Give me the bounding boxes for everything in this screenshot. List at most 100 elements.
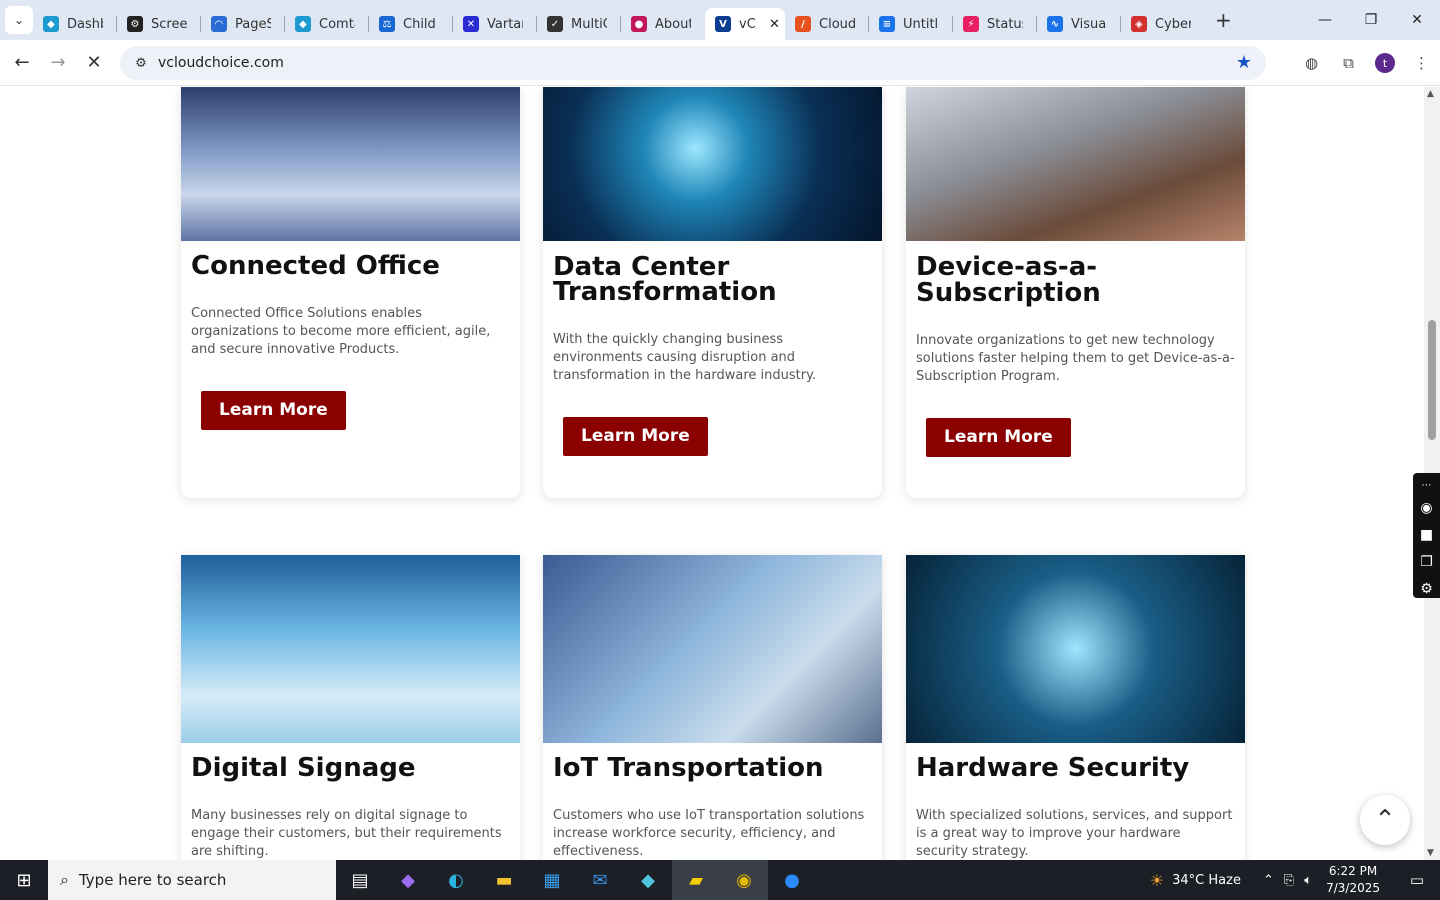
- tab-title: Dashbo: [67, 16, 103, 32]
- sticky-notes-icon[interactable]: ▰: [672, 860, 720, 900]
- card-image: [181, 87, 520, 241]
- tab-search-button[interactable]: ⌄: [5, 6, 33, 34]
- profile-avatar[interactable]: t: [1375, 53, 1395, 73]
- clock-date: 7/3/2025: [1326, 881, 1380, 895]
- scroll-to-top-button[interactable]: ⌃: [1360, 795, 1410, 845]
- tray-chevron-icon[interactable]: ⌃: [1263, 873, 1274, 888]
- card-description: With the quickly changing business envir…: [553, 332, 817, 383]
- tab-untitled[interactable]: ≡ Untitle: [869, 8, 953, 40]
- kodi-app-icon[interactable]: ◆: [624, 860, 672, 900]
- url-text[interactable]: vcloudchoice.com: [158, 55, 284, 71]
- forward-icon[interactable]: →: [40, 45, 76, 81]
- card-hardware-security: Hardware Security With specialized solut…: [906, 555, 1245, 860]
- new-tab-button[interactable]: +: [1215, 8, 1232, 32]
- tab-multic[interactable]: ✓ MultiC: [537, 8, 621, 40]
- card-description: Customers who use IoT transportation sol…: [553, 808, 865, 859]
- tab-pagespeed[interactable]: ◠ PageSp: [201, 8, 285, 40]
- tab-cybers[interactable]: ◈ Cybers: [1121, 8, 1205, 40]
- windows-taskbar: ⊞ ⌕ Type here to search ▤ ◆ ◐ ▬ ▦ ✉ ◆ ▰ …: [0, 860, 1440, 900]
- network-icon[interactable]: ⎘: [1284, 873, 1294, 888]
- tab-vartan[interactable]: ✕ Vartan: [453, 8, 537, 40]
- extensions-icon[interactable]: ⧉: [1330, 54, 1367, 72]
- tab-favicon-icon: V: [715, 16, 731, 32]
- file-explorer-icon[interactable]: ▬: [480, 860, 528, 900]
- learn-more-button[interactable]: Learn More: [201, 391, 346, 430]
- clock[interactable]: 6:22 PM 7/3/2025: [1326, 863, 1380, 897]
- scrollbar-thumb[interactable]: [1428, 320, 1436, 440]
- notifications-icon[interactable]: ▭: [1394, 871, 1440, 889]
- tab-vcloudchoice[interactable]: VvC ✕: [705, 8, 785, 40]
- mail-icon[interactable]: ✉: [576, 860, 624, 900]
- tab-favicon-icon: /: [795, 16, 811, 32]
- tab-status[interactable]: ⚡ StatusC: [953, 8, 1037, 40]
- restore-icon[interactable]: ❐: [1348, 0, 1394, 40]
- window-controls: — ❐ ✕: [1302, 0, 1440, 40]
- minimize-icon[interactable]: —: [1302, 0, 1348, 40]
- card-image: [906, 87, 1245, 241]
- close-window-icon[interactable]: ✕: [1394, 0, 1440, 40]
- tab-visualping[interactable]: ∿ Visualp: [1037, 8, 1121, 40]
- card-digital-signage: Digital Signage Many businesses rely on …: [181, 555, 520, 860]
- tab-title: PageSp: [235, 16, 271, 32]
- tab-dashboard[interactable]: ◆ Dashbo: [33, 8, 117, 40]
- stop-loading-icon[interactable]: ✕: [76, 45, 112, 81]
- translate-icon[interactable]: ◍: [1293, 54, 1330, 72]
- zoom-icon[interactable]: ●: [768, 860, 816, 900]
- card-image: [543, 555, 882, 743]
- volume-icon[interactable]: 🔈︎: [1304, 873, 1312, 888]
- tab-favicon-icon: ◠: [211, 16, 227, 32]
- tool-more-icon[interactable]: ⋯: [1422, 477, 1432, 495]
- card-description: Many businesses rely on digital signage …: [191, 808, 502, 859]
- tab-child[interactable]: ⚖ Child F: [369, 8, 453, 40]
- card-title: Digital Signage: [191, 753, 416, 783]
- card-title: Connected Office: [191, 251, 440, 281]
- tab-comtal[interactable]: ◆ Comtal: [285, 8, 369, 40]
- microsoft-store-icon[interactable]: ▦: [528, 860, 576, 900]
- page-viewport: Connected Office Connected Office Soluti…: [0, 87, 1424, 860]
- tab-title: Screen: [151, 16, 187, 32]
- close-tab-icon[interactable]: ✕: [769, 17, 780, 32]
- menu-icon[interactable]: ⋮: [1403, 54, 1440, 72]
- tab-about[interactable]: ● About: [621, 8, 705, 40]
- tab-favicon-icon: ≡: [879, 16, 895, 32]
- back-icon[interactable]: ←: [4, 45, 40, 81]
- tab-favicon-icon: ◈: [1131, 16, 1147, 32]
- tab-title: Comtal: [319, 16, 355, 32]
- task-view-icon[interactable]: ▤: [336, 860, 384, 900]
- edge-browser-icon[interactable]: ◐: [432, 860, 480, 900]
- scroll-down-arrow-icon[interactable]: ▼: [1427, 848, 1434, 858]
- taskbar-search-box[interactable]: ⌕ Type here to search: [48, 860, 336, 900]
- weather-text[interactable]: 34°C Haze: [1172, 873, 1241, 888]
- tab-favicon-icon: ✓: [547, 16, 563, 32]
- site-info-icon[interactable]: ⚙: [126, 56, 156, 71]
- tab-title: Cloud: [819, 16, 855, 32]
- learn-more-button[interactable]: Learn More: [563, 417, 708, 456]
- learn-more-button[interactable]: Learn More: [926, 418, 1071, 457]
- settings-gear-icon[interactable]: ⚙: [1420, 576, 1433, 603]
- tab-favicon-icon: ◆: [43, 16, 59, 32]
- tab-cloud[interactable]: / Cloud: [785, 8, 869, 40]
- camera-icon[interactable]: ◉: [1420, 495, 1432, 522]
- tab-favicon-icon: ∿: [1047, 16, 1063, 32]
- address-bar[interactable]: ⚙ vcloudchoice.com ★: [120, 46, 1266, 80]
- tab-screen[interactable]: ⚙ Screen: [117, 8, 201, 40]
- windows-start-icon[interactable]: ⊞: [0, 860, 48, 900]
- tab-favicon-icon: ⚡: [963, 16, 979, 32]
- card-image: [181, 555, 520, 743]
- weather-icon[interactable]: ☀: [1150, 871, 1164, 890]
- tab-favicon-icon: ●: [631, 16, 647, 32]
- search-placeholder: Type here to search: [78, 871, 227, 889]
- video-camera-icon[interactable]: ■: [1420, 522, 1433, 549]
- card-description: Connected Office Solutions enables organ…: [191, 306, 491, 357]
- card-image: [543, 87, 882, 241]
- scroll-up-arrow-icon[interactable]: ▲: [1427, 89, 1434, 99]
- copilot-icon[interactable]: ◆: [384, 860, 432, 900]
- tab-title: Cybers: [1155, 16, 1191, 32]
- tab-title: vC: [739, 16, 756, 32]
- chrome-icon[interactable]: ◉: [720, 860, 768, 900]
- bookmark-star-icon[interactable]: ★: [1236, 52, 1252, 73]
- tab-strip: ⌄ ◆ Dashbo ⚙ Screen ◠ PageSp ◆ Comtal ⚖ Child…: [0, 0, 1440, 40]
- card-title: Device-as-a-Subscription: [916, 252, 1101, 308]
- copy-icon[interactable]: ❐: [1420, 549, 1433, 576]
- clock-time: 6:22 PM: [1328, 864, 1378, 878]
